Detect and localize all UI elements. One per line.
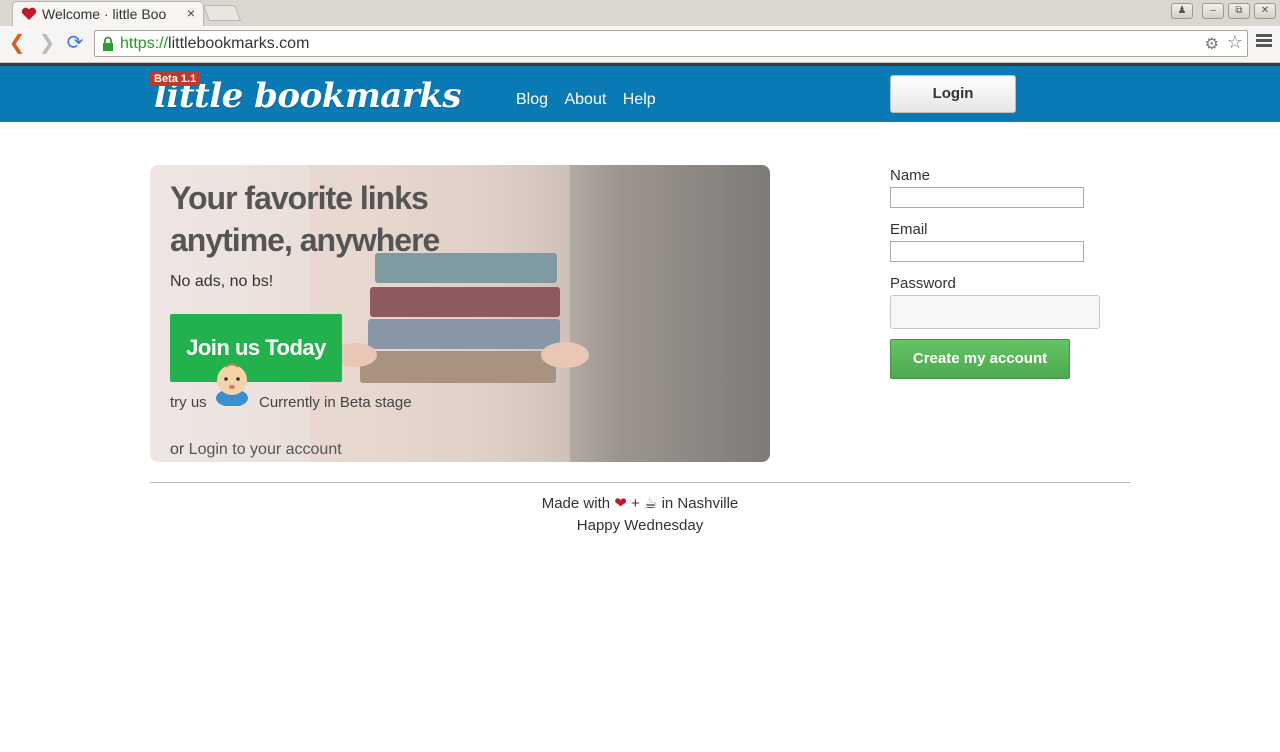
name-input[interactable] [890,187,1084,208]
try-us-text: try us [170,394,207,411]
heart-icon: ❤ [614,495,627,512]
footer-greeting: Happy Wednesday [576,517,704,534]
close-window-icon[interactable]: ✕ [1254,3,1276,19]
footer-made-with: Made with ❤ + ☕ in Nashville [541,495,739,512]
beta-stage-text: Currently in Beta stage [259,394,412,411]
menu-icon[interactable] [1256,34,1272,50]
url-text: https://littlebookmarks.com [120,35,310,52]
email-label: Email [890,221,928,238]
email-input[interactable] [890,241,1084,262]
restore-icon[interactable]: ⧉ [1228,3,1250,19]
logo[interactable]: little bookmarks [154,76,461,116]
nav-blog[interactable]: Blog [516,91,548,108]
lock-icon [103,36,113,51]
hero-title: Your favorite links anytime, anywhere [170,180,440,258]
forward-icon[interactable]: ❯ [36,32,58,54]
create-account-button[interactable]: Create my account [890,339,1070,379]
nav-about[interactable]: About [564,91,606,108]
nav-help[interactable]: Help [623,91,656,108]
baby-mascot-icon [216,363,248,406]
coffee-icon: ☕ [643,495,658,512]
hero-banner: Your favorite links anytime, anywhere No… [150,165,770,462]
browser-tab[interactable]: Welcome · little Boo × [12,1,204,26]
name-label: Name [890,167,931,184]
new-tab-button[interactable] [203,5,241,21]
join-button[interactable]: Join us Today [170,314,342,382]
site-header: little bookmarks Beta 1.1 Blog About Hel… [0,66,1280,122]
user-profile-icon[interactable]: ♟ [1171,3,1193,19]
password-input[interactable] [890,295,1100,329]
key-icon[interactable]: ⚙ [1205,34,1219,54]
reload-icon[interactable]: ⟳ [64,32,86,54]
login-button[interactable]: Login [890,75,1016,113]
close-tab-icon[interactable]: × [187,5,195,21]
footer-divider [150,482,1131,483]
minimize-icon[interactable]: – [1202,3,1224,19]
tab-title: Welcome · little Boo [42,6,167,22]
address-bar[interactable]: https://littlebookmarks.com ⚙ ☆ [94,30,1248,57]
main-nav: Blog About Help [516,91,668,109]
back-icon[interactable]: ❮ [6,32,28,54]
star-icon[interactable]: ☆ [1227,32,1243,53]
heart-icon [21,7,37,20]
beta-badge: Beta 1.1 [150,72,201,86]
hero-subtitle: No ads, no bs! [170,273,274,290]
browser-tabstrip: Welcome · little Boo × ♟ – ⧉ ✕ [0,0,1280,26]
password-label: Password [890,275,956,292]
login-link[interactable]: Login to your account [189,441,342,458]
browser-toolbar: ❮ ❯ ⟳ https://littlebookmarks.com ⚙ ☆ [0,26,1280,63]
login-prompt: or Login to your account [170,441,342,458]
